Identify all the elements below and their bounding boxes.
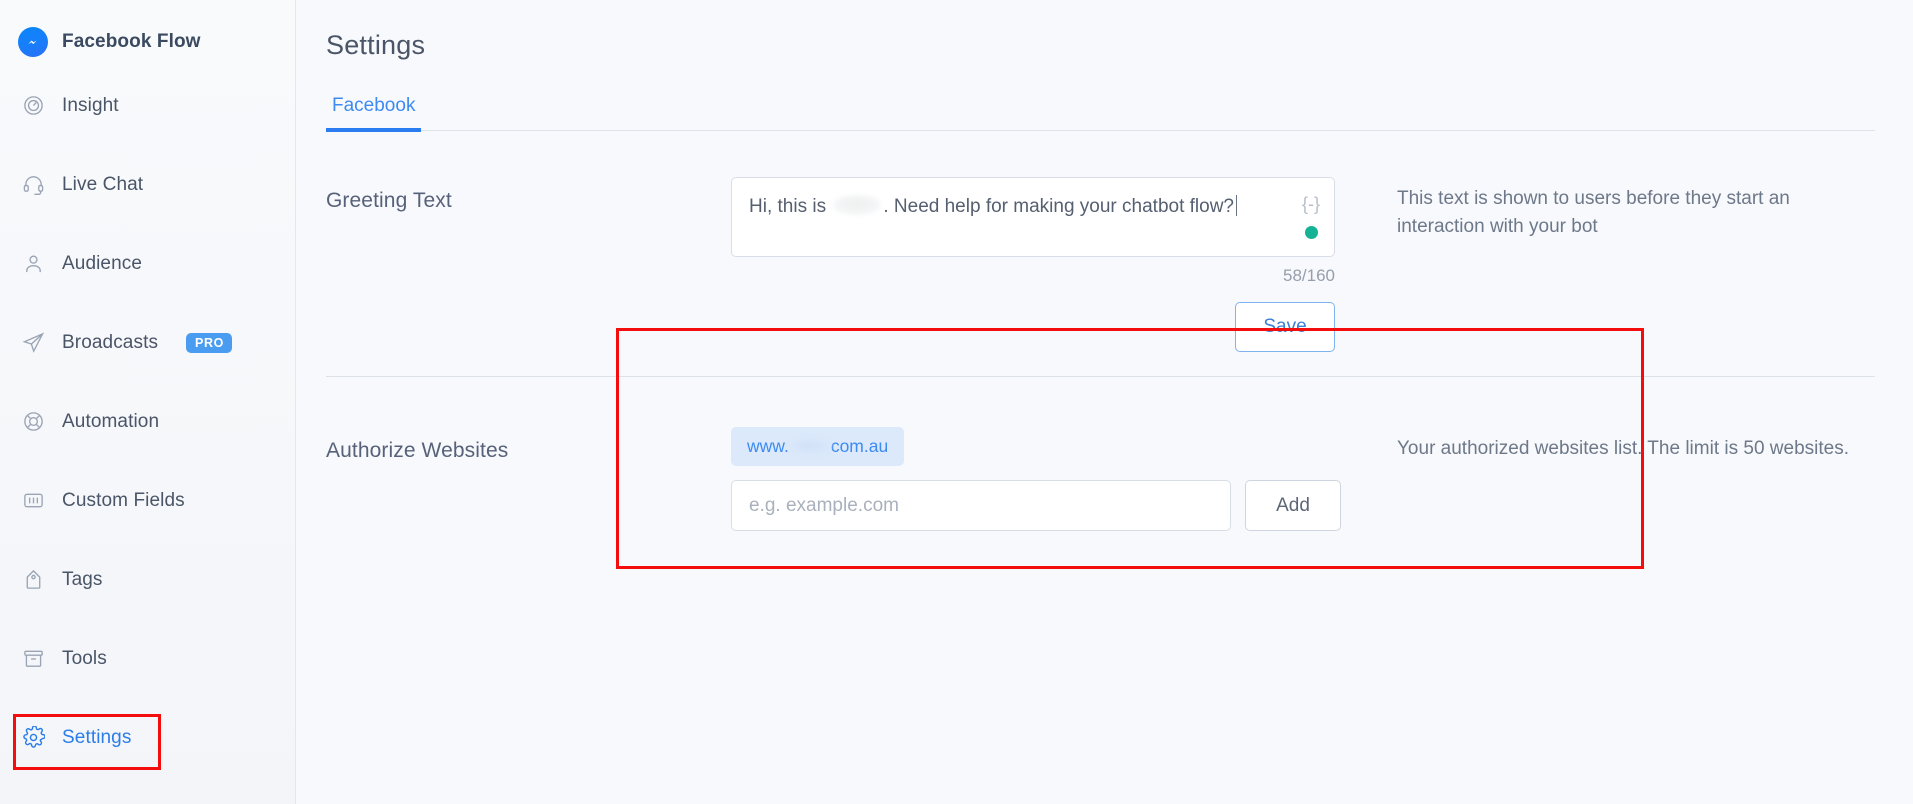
pro-badge: PRO <box>186 332 232 353</box>
sidebar-item-label: Tools <box>62 647 107 669</box>
messenger-logo-icon <box>18 27 48 57</box>
curly-braces-icon[interactable]: {‑} <box>1302 194 1320 215</box>
sidebar-item-label: Live Chat <box>62 173 144 195</box>
sidebar: Facebook Flow Insight Live Chat Audience… <box>0 0 296 804</box>
authorize-websites-section: Authorize Websites www. com.au Add Your a… <box>296 415 1913 531</box>
lifebuoy-icon <box>20 409 46 435</box>
add-website-row: Add <box>731 480 1351 531</box>
greeting-text-note: This text is shown to users before they … <box>1397 188 1790 237</box>
sidebar-item-label: Automation <box>62 410 160 432</box>
tab-facebook[interactable]: Facebook <box>326 95 422 132</box>
greeting-text-section: Greeting Text Hi, this is . Need help fo… <box>296 165 1913 569</box>
sidebar-item-broadcasts[interactable]: Broadcasts PRO <box>0 319 295 366</box>
headset-icon <box>20 172 46 198</box>
website-input[interactable] <box>731 480 1231 531</box>
app-root: Facebook Flow Insight Live Chat Audience… <box>0 0 1913 804</box>
text-caret <box>1236 195 1237 216</box>
sidebar-item-label: Broadcasts <box>62 331 159 353</box>
sidebar-item-live-chat[interactable]: Live Chat <box>0 161 295 208</box>
sidebar-item-label: Audience <box>62 252 143 274</box>
tag-icon <box>20 567 46 593</box>
fields-card-icon <box>20 488 46 514</box>
online-status-dot <box>1305 226 1318 239</box>
sidebar-item-label: Tags <box>62 568 103 590</box>
authorize-websites-body: www. com.au Add <box>731 415 1351 531</box>
greeting-text-suffix: . Need help for making your chatbot flow… <box>883 196 1234 217</box>
gauge-icon <box>20 93 46 119</box>
sidebar-item-automation[interactable]: Automation <box>0 398 295 445</box>
tab-bar: Facebook <box>326 95 1875 132</box>
greeting-text-label: Greeting Text <box>326 189 452 212</box>
greeting-text-body: Hi, this is . Need help for making your … <box>731 165 1351 352</box>
greeting-text-value: Hi, this is . Need help for making your … <box>749 195 1237 218</box>
authorize-websites-label: Authorize Websites <box>326 439 509 462</box>
character-counter: 58/160 <box>1283 266 1335 285</box>
brand-title: Facebook Flow <box>62 31 201 52</box>
save-row: Save <box>731 302 1335 352</box>
save-button[interactable]: Save <box>1235 302 1335 352</box>
authorize-websites-note: Your authorized websites list. The limit… <box>1397 438 1849 459</box>
sidebar-item-label: Insight <box>62 94 119 116</box>
gear-icon <box>20 725 46 751</box>
sidebar-item-settings[interactable]: Settings <box>0 714 295 761</box>
greeting-field-wrap: Hi, this is . Need help for making your … <box>731 177 1351 352</box>
greeting-text-prefix: Hi, this is <box>749 196 832 217</box>
site-chip-suffix: com.au <box>830 436 889 456</box>
redacted-name-blur <box>833 195 882 215</box>
sidebar-item-insight[interactable]: Insight <box>0 82 295 129</box>
sidebar-item-label: Custom Fields <box>62 489 185 511</box>
section-divider <box>326 376 1875 377</box>
person-icon <box>20 251 46 277</box>
sidebar-item-tools[interactable]: Tools <box>0 635 295 682</box>
sidebar-item-audience[interactable]: Audience <box>0 240 295 287</box>
sidebar-item-label: Settings <box>62 726 132 748</box>
main-content: Settings Facebook Greeting Text Hi, this… <box>296 0 1913 804</box>
greeting-text-input[interactable]: Hi, this is . Need help for making your … <box>731 177 1335 257</box>
archive-box-icon <box>20 646 46 672</box>
authorized-site-chip[interactable]: www. com.au <box>731 427 905 466</box>
add-website-button[interactable]: Add <box>1245 480 1341 531</box>
page-title: Settings <box>326 30 426 60</box>
redacted-site-blur <box>788 438 831 454</box>
sidebar-nav: Insight Live Chat Audience Broadcasts PR… <box>0 82 295 761</box>
sidebar-item-custom-fields[interactable]: Custom Fields <box>0 477 295 524</box>
sidebar-item-tags[interactable]: Tags <box>0 556 295 603</box>
paper-plane-icon <box>20 330 46 356</box>
site-chip-prefix: www. <box>747 436 789 456</box>
brand-header[interactable]: Facebook Flow <box>0 0 295 62</box>
